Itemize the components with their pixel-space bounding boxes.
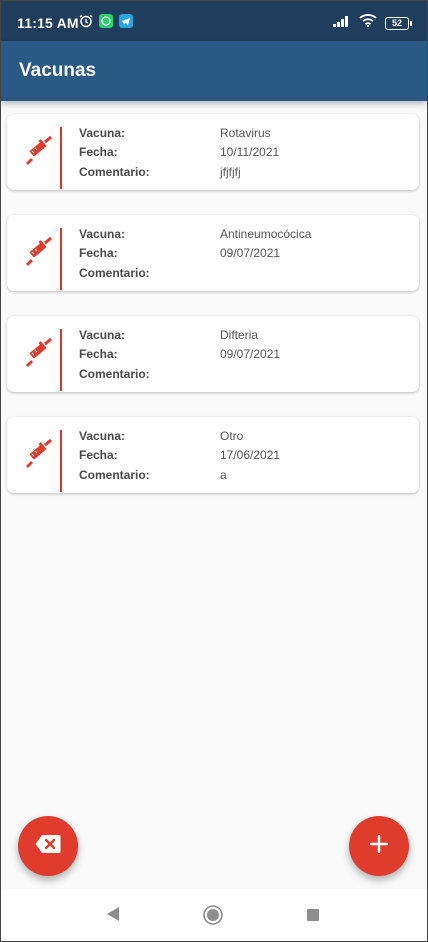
syringe-icon <box>23 438 53 469</box>
comentario-label: Comentario: <box>79 266 150 280</box>
comentario-label: Comentario: <box>79 367 150 381</box>
fecha-label: Fecha: <box>79 246 118 260</box>
syringe-icon <box>23 135 53 166</box>
page-title: Vacunas <box>19 60 97 81</box>
battery-icon: 52 <box>385 16 412 30</box>
fecha-value: 09/07/2021 <box>220 347 281 361</box>
vaccine-card[interactable]: Vacuna: Difteria Fecha: 09/07/2021 Comen… <box>7 316 419 392</box>
whatsapp-icon <box>99 14 113 33</box>
fecha-label: Fecha: <box>79 145 118 159</box>
phone-screen: 11:15 AM 52 Vacunas Vacuna: Rotavirus Fe… <box>0 0 428 942</box>
fecha-value: 17/06/2021 <box>220 448 281 462</box>
vacuna-label: Vacuna: <box>79 126 126 140</box>
syringe-icon <box>23 236 53 267</box>
syringe-icon <box>23 337 53 368</box>
home-icon[interactable] <box>203 905 223 930</box>
card-divider <box>60 228 62 290</box>
status-bar: 11:15 AM 52 <box>1 1 427 41</box>
delete-button[interactable] <box>18 816 78 876</box>
signal-icon <box>333 14 351 32</box>
vacuna-value: Rotavirus <box>220 126 271 140</box>
plus-icon <box>369 834 389 858</box>
app-bar: Vacunas <box>1 41 427 101</box>
fecha-label: Fecha: <box>79 448 118 462</box>
vacuna-value: Difteria <box>220 328 259 342</box>
add-vaccine-button[interactable] <box>349 816 409 876</box>
comentario-label: Comentario: <box>79 165 150 179</box>
vaccine-card[interactable]: Vacuna: Rotavirus Fecha: 10/11/2021 Come… <box>7 114 419 190</box>
vacuna-label: Vacuna: <box>79 227 126 241</box>
vacuna-value: Otro <box>220 429 244 443</box>
vacuna-label: Vacuna: <box>79 328 126 342</box>
comentario-label: Comentario: <box>79 468 150 482</box>
card-divider <box>60 127 62 189</box>
comentario-value: jfjfjfj <box>220 165 241 179</box>
back-icon[interactable] <box>105 905 121 928</box>
vacuna-label: Vacuna: <box>79 429 126 443</box>
fecha-value: 09/07/2021 <box>220 246 281 260</box>
vaccine-card[interactable]: Vacuna: Antineumocócica Fecha: 09/07/202… <box>7 215 419 291</box>
comentario-value: a <box>220 468 227 482</box>
telegram-icon <box>119 14 133 33</box>
backspace-x-icon <box>35 834 61 859</box>
wifi-icon <box>359 14 377 32</box>
vaccine-card[interactable]: Vacuna: Otro Fecha: 17/06/2021 Comentari… <box>7 417 419 493</box>
fecha-value: 10/11/2021 <box>220 145 280 159</box>
recents-icon[interactable] <box>306 908 320 927</box>
fecha-label: Fecha: <box>79 347 118 361</box>
system-nav-bar <box>1 889 427 941</box>
card-divider <box>60 329 62 391</box>
status-time: 11:15 AM <box>17 15 79 31</box>
vacuna-value: Antineumocócica <box>220 227 312 241</box>
card-divider <box>60 430 62 492</box>
alarm-icon <box>79 14 93 33</box>
